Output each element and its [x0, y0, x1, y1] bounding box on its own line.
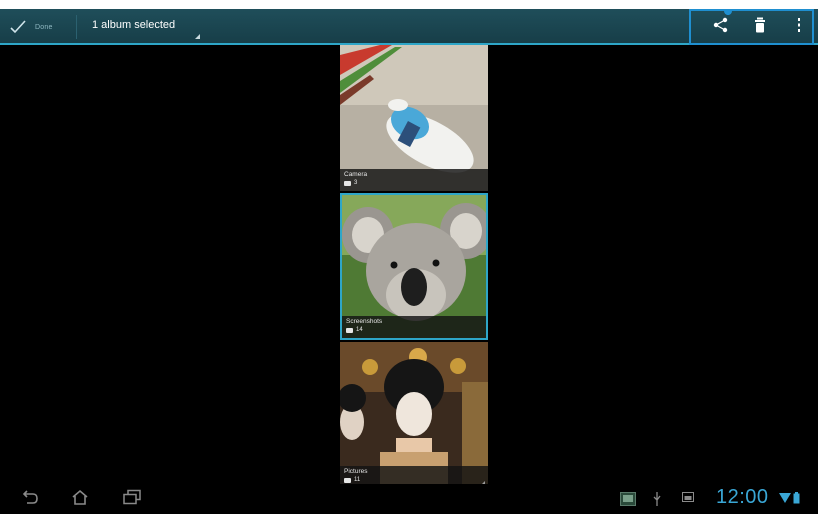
- usb-icon: [653, 492, 661, 506]
- done-button[interactable]: Done: [10, 16, 53, 38]
- checkmark-icon: [10, 20, 26, 34]
- action-bar-divider: [76, 15, 77, 39]
- album-count: 3: [354, 180, 358, 186]
- album-caption: Camera 3: [340, 169, 488, 191]
- action-bar: Done 1 album selected: [0, 9, 818, 45]
- back-icon: [22, 489, 40, 510]
- album-caption: Screenshots 14: [342, 316, 486, 338]
- overflow-menu-button[interactable]: [788, 17, 810, 37]
- home-icon: [71, 489, 89, 510]
- dropdown-corner-icon: [195, 34, 200, 39]
- battery-icon: [793, 492, 800, 504]
- wifi-icon: [779, 493, 791, 503]
- folder-icon: [344, 478, 351, 483]
- trash-icon: [754, 17, 766, 38]
- album-camera[interactable]: Camera 3: [340, 45, 488, 191]
- selection-dropdown[interactable]: 1 album selected: [88, 14, 202, 40]
- album-name: Pictures: [344, 468, 368, 475]
- album-screenshots[interactable]: Screenshots 14: [340, 193, 488, 340]
- folder-icon: [346, 328, 353, 333]
- system-bar: 12:00: [0, 484, 818, 514]
- selection-count-label: 1 album selected: [92, 19, 176, 31]
- share-icon: [713, 17, 729, 38]
- recent-apps-icon: [122, 489, 142, 510]
- album-name: Screenshots: [346, 318, 383, 325]
- gallery-screen: Done 1 album selected Camera 3 Screensho…: [0, 9, 818, 514]
- album-count: 11: [354, 477, 361, 483]
- done-label: Done: [35, 23, 53, 31]
- back-button[interactable]: [18, 489, 44, 509]
- gallery-notification-icon[interactable]: [620, 492, 636, 506]
- clock: 12:00: [716, 486, 769, 508]
- home-button[interactable]: [67, 489, 93, 509]
- overflow-menu-icon: [797, 17, 801, 37]
- delete-button[interactable]: [749, 17, 771, 37]
- share-button[interactable]: [710, 17, 732, 37]
- screenshot-icon: [682, 492, 694, 502]
- album-name: Camera: [344, 171, 368, 178]
- album-pictures[interactable]: Pictures 11: [340, 342, 488, 488]
- album-count: 14: [356, 327, 363, 333]
- recent-apps-button[interactable]: [119, 489, 145, 509]
- folder-icon: [344, 181, 351, 186]
